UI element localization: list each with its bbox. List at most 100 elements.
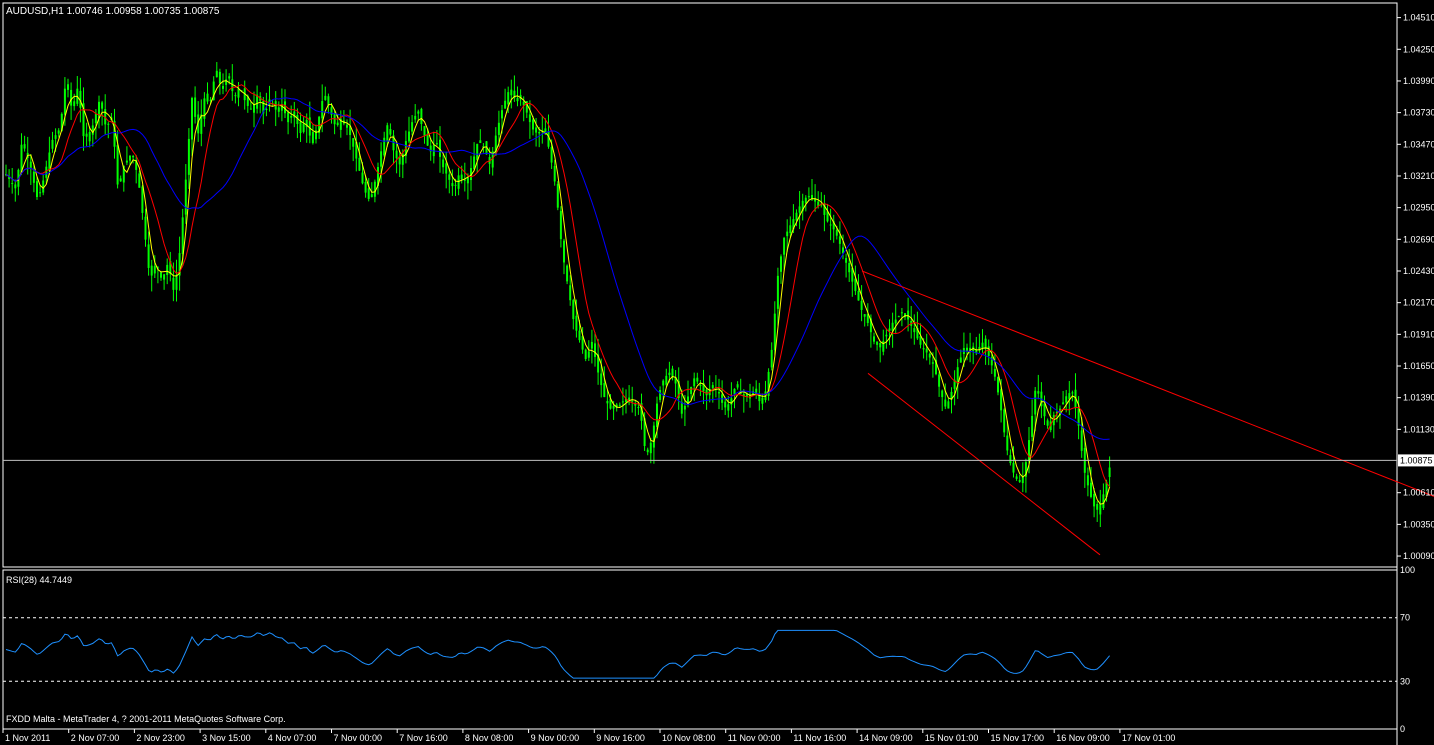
candle-body [215, 70, 218, 78]
candle-body [253, 104, 255, 113]
candle-body [944, 399, 947, 407]
candle-body [532, 119, 534, 130]
candle-body [550, 147, 553, 163]
candle-body [947, 401, 950, 409]
candle-body [578, 330, 581, 341]
candle-body [23, 144, 26, 149]
price-tick-label: 1.00610 [1403, 488, 1434, 498]
candle-body [665, 375, 668, 385]
candle-body [32, 171, 35, 183]
candle-body [656, 403, 658, 427]
candle-body [411, 122, 414, 132]
time-tick-label: 17 Nov 01:00 [1122, 733, 1176, 743]
candle-body [1043, 403, 1046, 417]
candle-body [504, 100, 507, 109]
price-tick-label: 1.01910 [1403, 329, 1434, 339]
candle-body [938, 374, 941, 387]
candle-body [556, 183, 559, 208]
time-tick-label: 11 Nov 00:00 [728, 733, 781, 743]
current-price-label: 1.00875 [1400, 455, 1433, 465]
candle-body [696, 377, 699, 382]
candle-body [107, 123, 110, 125]
candle-body [116, 145, 119, 185]
candle-body [358, 157, 361, 171]
candle-body [572, 300, 575, 320]
candle-body [649, 442, 652, 454]
candle-body [727, 404, 730, 411]
candle-body [119, 178, 122, 182]
candle-body [389, 128, 392, 135]
candle-body [569, 285, 572, 301]
candle-body [993, 368, 996, 377]
candle-body [1062, 402, 1065, 405]
candle-body [587, 351, 590, 358]
candle-body [761, 397, 764, 404]
candle-body [138, 173, 141, 188]
candle-body [1006, 435, 1009, 451]
candle-body [94, 113, 97, 124]
candle-body [913, 328, 916, 333]
candle-body [132, 155, 135, 158]
candle-body [1099, 503, 1102, 515]
candle-body [528, 114, 531, 123]
candle-body [845, 258, 848, 263]
candle-body [876, 341, 879, 345]
candle-body [426, 133, 429, 146]
candle-body [776, 275, 779, 309]
price-tick-label: 1.01130 [1403, 424, 1434, 434]
candle-body [705, 389, 708, 396]
candle-body [510, 89, 513, 96]
candle-body [336, 122, 339, 126]
candle-body [85, 133, 88, 137]
candle-body [553, 166, 556, 182]
candle-body [1031, 415, 1034, 437]
candle-body [594, 343, 596, 357]
candle-body [668, 372, 671, 376]
candle-body [67, 84, 69, 90]
candle-body [370, 194, 373, 198]
candle-body [448, 174, 451, 180]
candle-body [222, 86, 224, 89]
candle-body [566, 265, 569, 282]
candle-body [302, 123, 305, 132]
time-tick-label: 2 Nov 07:00 [71, 733, 120, 743]
candle-body [88, 131, 91, 142]
time-tick-label: 7 Nov 16:00 [399, 733, 448, 743]
candle-body [163, 274, 166, 280]
candle-body [466, 177, 469, 184]
candle-body [497, 122, 500, 135]
candle-body [807, 196, 810, 198]
candle-body [590, 341, 593, 349]
candle-body [1090, 482, 1092, 497]
candle-body [683, 405, 686, 410]
candle-body [860, 300, 863, 310]
candle-body [324, 95, 327, 100]
candle-body [873, 336, 875, 342]
candle-body [928, 353, 931, 358]
time-tick-label: 3 Nov 15:00 [202, 733, 251, 743]
candle-body [621, 401, 624, 403]
candle-body [29, 161, 32, 169]
candle-body [175, 275, 178, 290]
candle-body [885, 334, 888, 337]
candle-body [57, 130, 60, 134]
candle-body [237, 88, 240, 98]
candle-body [804, 197, 807, 204]
candle-body [894, 319, 897, 324]
candle-body [798, 206, 801, 213]
candle-body [14, 184, 17, 189]
candle-body [451, 183, 454, 187]
time-tick-label: 1 Nov 2011 [5, 733, 50, 743]
price-tick-label: 1.01650 [1403, 361, 1434, 371]
candle-body [321, 101, 324, 119]
candle-body [690, 387, 693, 394]
candle-body [516, 98, 519, 102]
chart-title: AUDUSD,H1 1.00746 1.00958 1.00735 1.0087… [6, 6, 220, 17]
price-tick-label: 1.03470 [1403, 139, 1434, 149]
price-tick-label: 1.04250 [1403, 44, 1434, 54]
candle-body [997, 376, 999, 393]
candle-body [1003, 409, 1006, 433]
candle-body [981, 342, 984, 349]
candle-body [166, 264, 169, 275]
time-tick-label: 4 Nov 07:00 [268, 733, 317, 743]
